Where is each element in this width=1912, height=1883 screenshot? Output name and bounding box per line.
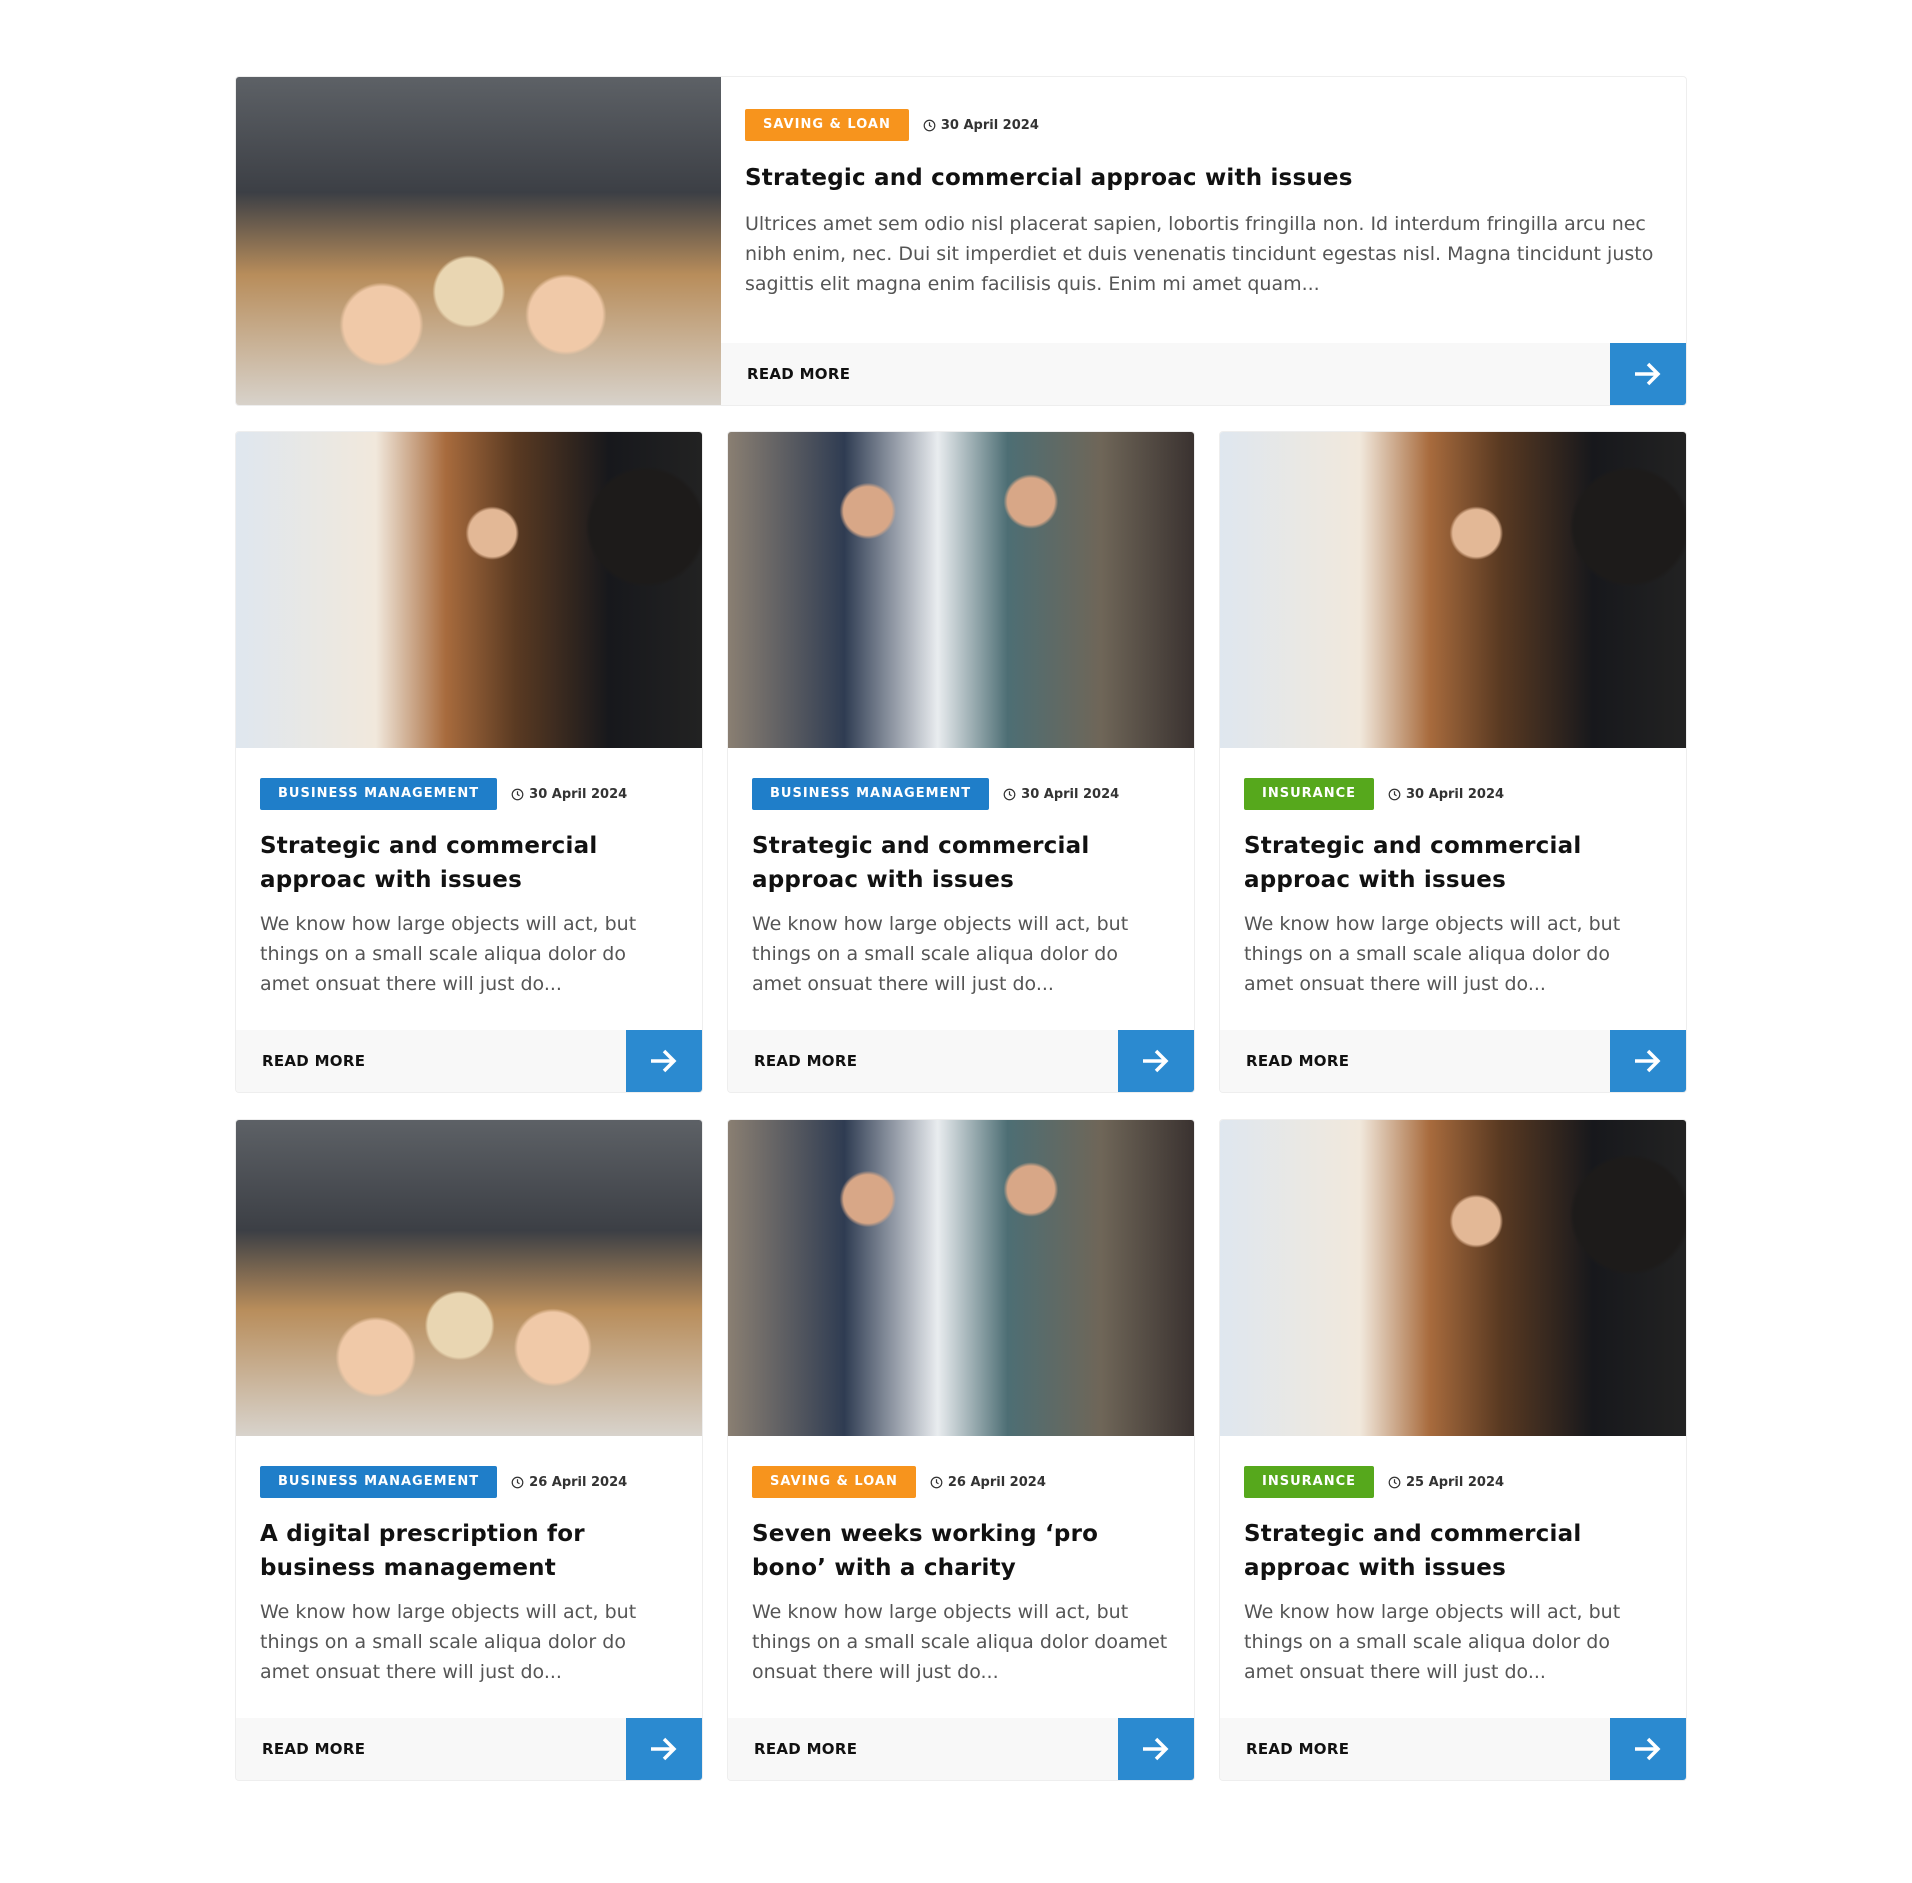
post-date-text: 30 April 2024 bbox=[940, 117, 1039, 133]
post-footer: READ MORE bbox=[236, 1718, 702, 1780]
post-thumbnail[interactable] bbox=[728, 1120, 1194, 1436]
post-footer: READ MORE bbox=[728, 1718, 1194, 1780]
category-badge[interactable]: INSURANCE bbox=[1244, 778, 1375, 810]
arrow-right-icon bbox=[1635, 362, 1661, 386]
read-more-button[interactable] bbox=[626, 1718, 702, 1780]
post-card: BUSINESS MANAGEMENT 30 April 2024 Strate… bbox=[727, 431, 1195, 1093]
post-excerpt: We know how large objects will act, but … bbox=[1244, 1601, 1621, 1683]
post-meta: SAVING & LOAN 30 April 2024 bbox=[745, 109, 1662, 141]
post-date-text: 26 April 2024 bbox=[529, 1474, 628, 1490]
post-meta: BUSINESS MANAGEMENT 30 April 2024 bbox=[260, 778, 678, 810]
read-more-link[interactable]: READ MORE bbox=[721, 365, 850, 383]
post-meta: INSURANCE 30 April 2024 bbox=[1244, 778, 1662, 810]
post-thumbnail[interactable] bbox=[236, 77, 721, 405]
arrow-right-icon bbox=[651, 1049, 677, 1073]
post-body: INSURANCE 30 April 2024 Strategic and co… bbox=[1220, 748, 1686, 999]
post-body: SAVING & LOAN 26 April 2024 Seven weeks … bbox=[728, 1436, 1194, 1687]
post-title[interactable]: Strategic and commercial approac with is… bbox=[752, 829, 1170, 897]
post-date: 30 April 2024 bbox=[511, 787, 627, 802]
post-title[interactable]: Strategic and commercial approac with is… bbox=[1244, 1517, 1662, 1585]
post-date: 26 April 2024 bbox=[930, 1475, 1046, 1490]
read-more-link[interactable]: READ MORE bbox=[728, 1740, 857, 1758]
read-more-link[interactable]: READ MORE bbox=[236, 1740, 365, 1758]
post-meta: BUSINESS MANAGEMENT 26 April 2024 bbox=[260, 1466, 678, 1498]
post-meta: SAVING & LOAN 26 April 2024 bbox=[752, 1466, 1170, 1498]
post-date-text: 26 April 2024 bbox=[947, 1474, 1046, 1490]
post-body: BUSINESS MANAGEMENT 30 April 2024 Strate… bbox=[236, 748, 702, 999]
post-footer: READ MORE bbox=[1220, 1718, 1686, 1780]
read-more-link[interactable]: READ MORE bbox=[236, 1052, 365, 1070]
clock-icon bbox=[923, 119, 936, 131]
post-card: BUSINESS MANAGEMENT 30 April 2024 Strate… bbox=[235, 431, 703, 1093]
category-badge[interactable]: SAVING & LOAN bbox=[745, 109, 909, 141]
post-grid: BUSINESS MANAGEMENT 30 April 2024 Strate… bbox=[235, 431, 1687, 1781]
post-meta: INSURANCE 25 April 2024 bbox=[1244, 1466, 1662, 1498]
category-badge[interactable]: SAVING & LOAN bbox=[752, 1466, 916, 1498]
clock-icon bbox=[511, 788, 524, 800]
post-excerpt: We know how large objects will act, but … bbox=[752, 913, 1129, 995]
post-footer: READ MORE bbox=[236, 1030, 702, 1092]
post-thumbnail[interactable] bbox=[1220, 432, 1686, 748]
post-title[interactable]: Strategic and commercial approac with is… bbox=[1244, 829, 1662, 897]
post-thumbnail[interactable] bbox=[728, 432, 1194, 748]
post-date: 26 April 2024 bbox=[511, 1475, 627, 1490]
post-date-text: 30 April 2024 bbox=[1406, 786, 1505, 802]
category-badge[interactable]: INSURANCE bbox=[1244, 1466, 1375, 1498]
post-date: 30 April 2024 bbox=[1003, 787, 1119, 802]
read-more-link[interactable]: READ MORE bbox=[1220, 1740, 1349, 1758]
post-excerpt: Ultrices amet sem odio nisl placerat sap… bbox=[745, 213, 1654, 295]
clock-icon bbox=[511, 1476, 524, 1488]
featured-post-card: SAVING & LOAN 30 April 2024 Strategic an… bbox=[235, 76, 1687, 406]
post-date: 25 April 2024 bbox=[1388, 1475, 1504, 1490]
post-title[interactable]: Strategic and commercial approac with is… bbox=[260, 829, 678, 897]
post-footer: READ MORE bbox=[721, 343, 1686, 405]
post-date: 30 April 2024 bbox=[923, 118, 1039, 133]
clock-icon bbox=[1003, 788, 1016, 800]
clock-icon bbox=[930, 1476, 943, 1488]
post-date-text: 30 April 2024 bbox=[529, 786, 628, 802]
arrow-right-icon bbox=[1635, 1049, 1661, 1073]
read-more-button[interactable] bbox=[626, 1030, 702, 1092]
post-excerpt: We know how large objects will act, but … bbox=[260, 913, 637, 995]
post-card: INSURANCE 25 April 2024 Strategic and co… bbox=[1219, 1119, 1687, 1781]
post-date: 30 April 2024 bbox=[1388, 787, 1504, 802]
clock-icon bbox=[1388, 788, 1401, 800]
read-more-button[interactable] bbox=[1610, 1718, 1686, 1780]
post-title[interactable]: Strategic and commercial approac with is… bbox=[745, 163, 1662, 193]
read-more-button[interactable] bbox=[1118, 1030, 1194, 1092]
read-more-link[interactable]: READ MORE bbox=[1220, 1052, 1349, 1070]
category-badge[interactable]: BUSINESS MANAGEMENT bbox=[260, 778, 498, 810]
post-footer: READ MORE bbox=[728, 1030, 1194, 1092]
post-thumbnail[interactable] bbox=[236, 1120, 702, 1436]
post-date-text: 30 April 2024 bbox=[1021, 786, 1120, 802]
post-card: BUSINESS MANAGEMENT 26 April 2024 A digi… bbox=[235, 1119, 703, 1781]
post-body: BUSINESS MANAGEMENT 30 April 2024 Strate… bbox=[728, 748, 1194, 999]
post-title[interactable]: A digital prescription for business mana… bbox=[260, 1517, 678, 1585]
arrow-right-icon bbox=[1143, 1737, 1169, 1761]
post-body: BUSINESS MANAGEMENT 26 April 2024 A digi… bbox=[236, 1436, 702, 1687]
post-excerpt: We know how large objects will act, but … bbox=[1244, 913, 1621, 995]
arrow-right-icon bbox=[1143, 1049, 1169, 1073]
post-thumbnail[interactable] bbox=[1220, 1120, 1686, 1436]
category-badge[interactable]: BUSINESS MANAGEMENT bbox=[260, 1466, 498, 1498]
post-body: INSURANCE 25 April 2024 Strategic and co… bbox=[1220, 1436, 1686, 1687]
arrow-right-icon bbox=[1635, 1737, 1661, 1761]
blog-list: SAVING & LOAN 30 April 2024 Strategic an… bbox=[235, 76, 1687, 1781]
read-more-link[interactable]: READ MORE bbox=[728, 1052, 857, 1070]
read-more-button[interactable] bbox=[1610, 343, 1686, 405]
read-more-button[interactable] bbox=[1610, 1030, 1686, 1092]
read-more-button[interactable] bbox=[1118, 1718, 1194, 1780]
post-title[interactable]: Seven weeks working ‘pro bono’ with a ch… bbox=[752, 1517, 1170, 1585]
post-date-text: 25 April 2024 bbox=[1406, 1474, 1505, 1490]
clock-icon bbox=[1388, 1476, 1401, 1488]
post-excerpt: We know how large objects will act, but … bbox=[752, 1601, 1168, 1683]
post-footer: READ MORE bbox=[1220, 1030, 1686, 1092]
category-badge[interactable]: BUSINESS MANAGEMENT bbox=[752, 778, 990, 810]
arrow-right-icon bbox=[651, 1737, 677, 1761]
post-thumbnail[interactable] bbox=[236, 432, 702, 748]
post-excerpt: We know how large objects will act, but … bbox=[260, 1601, 637, 1683]
post-card: INSURANCE 30 April 2024 Strategic and co… bbox=[1219, 431, 1687, 1093]
post-card: SAVING & LOAN 26 April 2024 Seven weeks … bbox=[727, 1119, 1195, 1781]
post-meta: BUSINESS MANAGEMENT 30 April 2024 bbox=[752, 778, 1170, 810]
